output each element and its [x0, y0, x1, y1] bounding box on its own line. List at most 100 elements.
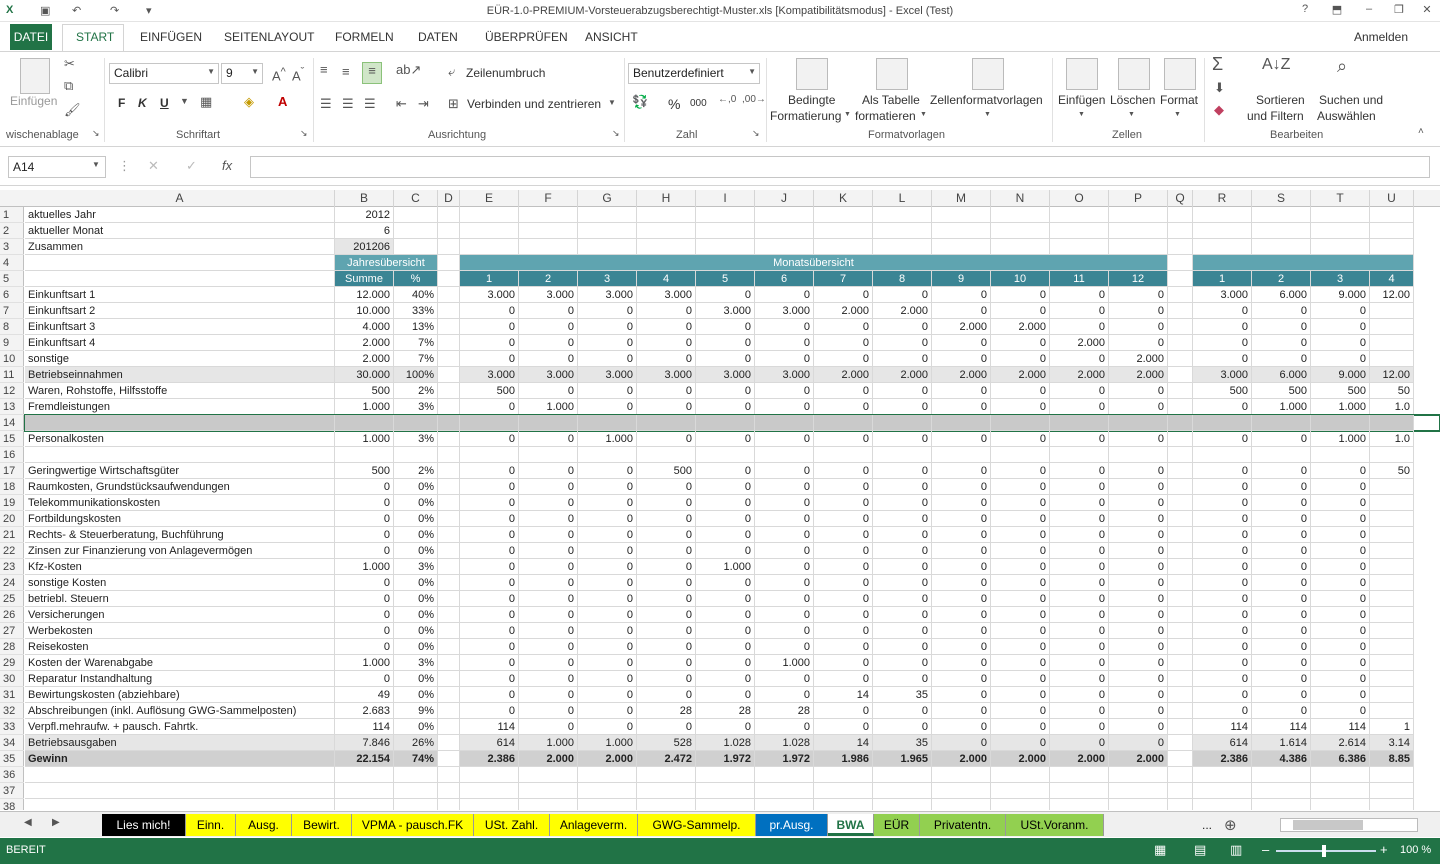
cell[interactable]: 0: [519, 479, 578, 495]
cell[interactable]: 0: [814, 559, 873, 575]
cell[interactable]: [1370, 415, 1414, 431]
cell[interactable]: 0: [873, 351, 932, 367]
format-as-table-label-1[interactable]: Als Tabelle: [862, 93, 920, 107]
cell[interactable]: 0: [460, 575, 519, 591]
cell[interactable]: 0: [814, 575, 873, 591]
cell[interactable]: 0: [1050, 687, 1109, 703]
cell[interactable]: 0: [1050, 319, 1109, 335]
cell[interactable]: 0: [1252, 351, 1311, 367]
cell[interactable]: [1370, 495, 1414, 511]
cell[interactable]: 0: [755, 687, 814, 703]
cell[interactable]: [438, 207, 460, 223]
sheet-tab[interactable]: Bewirt.: [292, 814, 352, 836]
cell[interactable]: 0: [755, 383, 814, 399]
cell[interactable]: 0: [932, 287, 991, 303]
cell[interactable]: 0: [578, 543, 637, 559]
column-header[interactable]: R: [1193, 190, 1252, 207]
cell[interactable]: [1168, 495, 1193, 511]
number-format-combo[interactable]: Benutzerdefiniert ▼: [628, 63, 760, 84]
cell[interactable]: 0: [932, 591, 991, 607]
zoom-in-icon[interactable]: +: [1380, 842, 1388, 857]
cell[interactable]: 1: [1370, 719, 1414, 735]
cell[interactable]: 0: [578, 575, 637, 591]
cell[interactable]: Fremdleistungen: [25, 399, 335, 415]
cell[interactable]: [438, 671, 460, 687]
cell[interactable]: 0: [991, 575, 1050, 591]
cell[interactable]: 0: [932, 383, 991, 399]
sheet-tab[interactable]: GWG-Sammelp.: [638, 814, 756, 836]
cell[interactable]: 0: [578, 351, 637, 367]
row-header[interactable]: 25: [0, 591, 24, 607]
row-header[interactable]: 31: [0, 687, 24, 703]
cell[interactable]: 0: [637, 543, 696, 559]
cell[interactable]: [755, 207, 814, 223]
cell[interactable]: 0: [696, 383, 755, 399]
sheet-tab[interactable]: Einn.: [186, 814, 236, 836]
cell[interactable]: 1.000: [1311, 399, 1370, 415]
cell[interactable]: 0: [637, 319, 696, 335]
cell[interactable]: 201206: [335, 239, 394, 255]
cell[interactable]: [438, 623, 460, 639]
cell[interactable]: 1.000: [335, 431, 394, 447]
cell[interactable]: [1168, 335, 1193, 351]
percent-button[interactable]: %: [668, 96, 680, 112]
cell[interactable]: 1.000: [755, 655, 814, 671]
cell[interactable]: 0: [1050, 559, 1109, 575]
cell[interactable]: [460, 207, 519, 223]
cell[interactable]: 0: [1311, 591, 1370, 607]
cell[interactable]: 0: [873, 479, 932, 495]
cell[interactable]: [1168, 351, 1193, 367]
cell[interactable]: 3%: [394, 399, 438, 415]
cell[interactable]: 3.14: [1370, 735, 1414, 751]
cell[interactable]: [873, 447, 932, 463]
cell[interactable]: 0: [696, 511, 755, 527]
row-header[interactable]: 22: [0, 543, 24, 559]
cell[interactable]: 0: [1311, 607, 1370, 623]
cell[interactable]: [1050, 783, 1109, 799]
cell[interactable]: 0: [814, 655, 873, 671]
cell[interactable]: 0: [1193, 303, 1252, 319]
cell[interactable]: 3%: [394, 655, 438, 671]
cell[interactable]: 0: [755, 543, 814, 559]
cell[interactable]: 0: [1252, 623, 1311, 639]
cell[interactable]: [460, 447, 519, 463]
column-header[interactable]: B: [335, 190, 394, 207]
cell[interactable]: [1193, 415, 1252, 431]
cell[interactable]: 500: [1193, 383, 1252, 399]
cell[interactable]: [438, 287, 460, 303]
cell[interactable]: 0: [696, 319, 755, 335]
cell[interactable]: 0: [873, 431, 932, 447]
cell[interactable]: 9.000: [1311, 287, 1370, 303]
cell[interactable]: 0: [519, 639, 578, 655]
cell[interactable]: 0: [578, 639, 637, 655]
cell[interactable]: 0: [335, 575, 394, 591]
paste-icon[interactable]: [20, 58, 50, 94]
cell[interactable]: [25, 271, 335, 287]
cell[interactable]: 2.000: [991, 319, 1050, 335]
cell[interactable]: 0: [578, 319, 637, 335]
cell[interactable]: 0: [991, 511, 1050, 527]
cell[interactable]: 3.000: [519, 367, 578, 383]
column-header[interactable]: I: [696, 190, 755, 207]
sheet-tab[interactable]: Anlageverm.: [550, 814, 638, 836]
cell[interactable]: 0: [1050, 351, 1109, 367]
cell[interactable]: 0: [1311, 335, 1370, 351]
cell[interactable]: [1252, 239, 1311, 255]
cell[interactable]: 0: [1193, 703, 1252, 719]
row-header[interactable]: 16: [0, 447, 24, 463]
cell[interactable]: Zinsen zur Finanzierung von Anlagevermög…: [25, 543, 335, 559]
cell[interactable]: 3.000: [637, 367, 696, 383]
row-header[interactable]: 34: [0, 735, 24, 751]
row-header[interactable]: 1: [0, 207, 24, 223]
fill-icon[interactable]: ⬇: [1214, 80, 1225, 96]
cell[interactable]: [637, 767, 696, 783]
cell[interactable]: Betriebsausgaben: [25, 735, 335, 751]
cell[interactable]: 0: [873, 495, 932, 511]
cell[interactable]: 0: [578, 303, 637, 319]
cell[interactable]: [438, 511, 460, 527]
cell[interactable]: 0: [814, 639, 873, 655]
sheet-tab[interactable]: Lies mich!: [102, 814, 186, 836]
cell[interactable]: [438, 607, 460, 623]
cell[interactable]: 3.000: [696, 367, 755, 383]
borders-icon[interactable]: ▦: [200, 94, 212, 110]
